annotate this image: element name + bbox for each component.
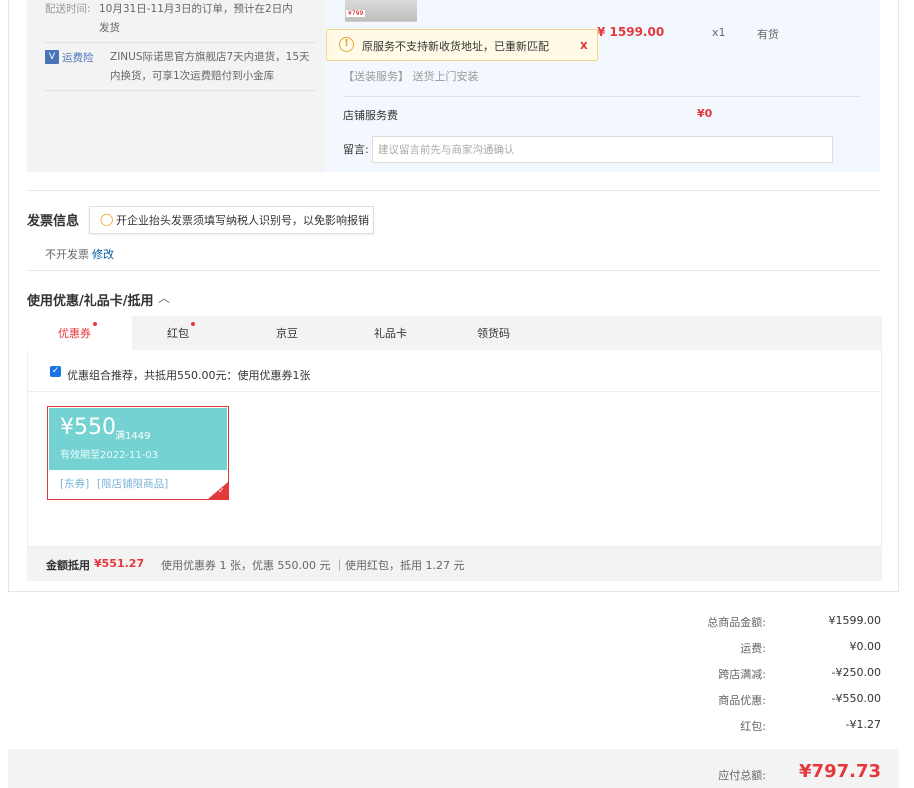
coupons-title[interactable]: 使用优惠/礼品卡/抵用 [27,290,154,309]
tab-pickup-codes[interactable]: 领货码 [477,325,510,341]
tab-gift-cards[interactable]: 礼品卡 [374,325,407,341]
shipping-time-text: 10月31日-11月3日的订单，预计在2日内发货 [99,3,293,34]
shipping-time-label: 配送时间: [45,3,91,15]
product-quantity: x1 [712,26,726,39]
divider [27,190,880,191]
red-packet-value: -¥1.27 [845,718,881,731]
coupon-tag-scope: [限店铺限商品] [97,478,169,490]
recommend-text: 优惠组合推荐，共抵用550.00元：使用优惠券1张 [67,369,311,382]
total-goods-value: ¥1599.00 [828,614,882,627]
product-service: 【送装服务】 送货上门安装 [343,70,479,83]
invoice-title: 发票信息 [27,214,80,229]
product-stock: 有货 [757,28,779,41]
recommend-checkbox[interactable]: ✓ [50,366,61,377]
message-input[interactable] [372,136,833,163]
product-price: ¥ 1599.00 [597,25,665,39]
coupon-minimum: 满1449 [115,431,151,442]
coupon-amount: ¥550 [60,415,116,440]
invoice-edit-link[interactable]: 修改 [92,246,114,262]
coupon-validity: 有效期至2022-11-03 [60,450,159,461]
divider [44,42,316,43]
shipping-fee-label: 运费: [740,642,766,655]
invoice-value: 不开发票 [45,248,89,261]
product-discount-label: 商品优惠: [718,694,766,707]
payable-value: ¥797.73 [799,761,881,782]
tab-coupons-dot [93,322,97,326]
insurance-label[interactable]: 运费险 [62,49,94,67]
divider [343,96,861,97]
tab-coupons[interactable]: 优惠券 [58,325,91,341]
address-tip-text: 原服务不支持新收货地址，已重新匹配 [362,40,549,53]
insurance-text: ZINUS际诺思官方旗舰店7天内退货，15天内换货，可享1次运费赔付到小金库 [110,51,310,82]
store-fee-value: ¥0 [697,107,713,120]
coupon-tabs [27,316,882,350]
discount-summary-label: 金额抵用 [46,559,90,572]
divider [28,391,881,392]
message-label: 留言: [343,143,369,156]
cross-store-discount-value: -¥250.00 [831,666,881,679]
cross-store-discount-label: 跨店满减: [718,668,766,681]
lightbulb-icon: ◯ [100,212,114,226]
tab-red-packets[interactable]: 红包 [167,325,189,341]
discount-summary-detail: 使用优惠券 1 张，优惠 550.00 元 ｜使用红包，抵用 1.27 元 [161,559,465,572]
shipping-fee-value: ¥0.00 [849,640,882,653]
close-icon[interactable]: x [580,38,588,52]
divider [27,270,880,271]
check-icon: ✓ [218,486,225,495]
invoice-tip-text: 开企业抬头发票须填写纳税人识别号，以免影响报销 [116,214,369,227]
tab-red-packets-dot [191,322,195,326]
red-packet-label: 红包: [740,720,766,733]
total-goods-label: 总商品金额: [707,616,766,629]
product-discount-value: -¥550.00 [831,692,881,705]
shield-icon: V [45,50,59,64]
chevron-up-icon[interactable]: ︿ [158,289,170,306]
coupon-tag-type: [东券] [60,478,90,490]
store-fee-label: 店铺服务费 [343,109,398,122]
payable-label: 应付总额: [718,769,766,782]
tab-jd-beans[interactable]: 京豆 [276,325,298,341]
warning-icon: ! [339,37,354,52]
divider [44,90,316,91]
discount-summary-value: ¥551.27 [94,557,145,570]
product-thumbnail-price-tag: ¥799 [346,10,366,17]
